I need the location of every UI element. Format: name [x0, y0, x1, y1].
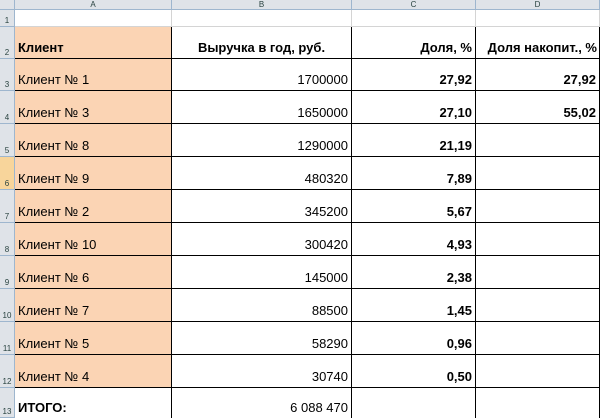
- revenue-cell[interactable]: 88500: [172, 289, 352, 322]
- client-cell[interactable]: Клиент № 7: [15, 289, 172, 322]
- row-header-10[interactable]: 10: [0, 289, 15, 322]
- row-header-11[interactable]: 11: [0, 322, 15, 355]
- share-cell[interactable]: 5,67: [352, 190, 476, 223]
- revenue-cell[interactable]: 30740: [172, 355, 352, 388]
- revenue-cell[interactable]: 1700000: [172, 59, 352, 91]
- row-header-1[interactable]: 1: [0, 10, 15, 27]
- cell-d1[interactable]: [476, 10, 600, 27]
- revenue-cell[interactable]: 58290: [172, 322, 352, 355]
- client-cell[interactable]: Клиент № 10: [15, 223, 172, 256]
- cumulative-cell[interactable]: [476, 223, 600, 256]
- cell-d13[interactable]: [476, 388, 600, 418]
- row-header-8[interactable]: 8: [0, 223, 15, 256]
- client-cell[interactable]: Клиент № 1: [15, 59, 172, 91]
- column-header-a[interactable]: A: [15, 0, 172, 10]
- cell-c1[interactable]: [352, 10, 476, 27]
- share-cell[interactable]: 27,92: [352, 59, 476, 91]
- header-revenue[interactable]: Выручка в год, руб.: [172, 27, 352, 59]
- column-header-b[interactable]: B: [172, 0, 352, 10]
- cumulative-cell[interactable]: [476, 124, 600, 157]
- row-header-2[interactable]: 2: [0, 27, 15, 59]
- row-header-3[interactable]: 3: [0, 59, 15, 91]
- cell-b1[interactable]: [172, 10, 352, 27]
- row-header-4[interactable]: 4: [0, 91, 15, 124]
- revenue-cell[interactable]: 345200: [172, 190, 352, 223]
- cumulative-cell[interactable]: [476, 256, 600, 289]
- client-cell[interactable]: Клиент № 8: [15, 124, 172, 157]
- revenue-cell[interactable]: 145000: [172, 256, 352, 289]
- cell-a1[interactable]: [15, 10, 172, 27]
- cumulative-cell[interactable]: [476, 355, 600, 388]
- share-cell[interactable]: 7,89: [352, 157, 476, 190]
- client-cell[interactable]: Клиент № 2: [15, 190, 172, 223]
- row-header-6[interactable]: 6: [0, 157, 15, 190]
- column-header-d[interactable]: D: [476, 0, 600, 10]
- column-header-c[interactable]: C: [352, 0, 476, 10]
- revenue-cell[interactable]: 1290000: [172, 124, 352, 157]
- total-label[interactable]: ИТОГО:: [15, 388, 172, 418]
- share-cell[interactable]: 21,19: [352, 124, 476, 157]
- share-cell[interactable]: 0,50: [352, 355, 476, 388]
- row-header-7[interactable]: 7: [0, 190, 15, 223]
- share-cell[interactable]: 2,38: [352, 256, 476, 289]
- total-value[interactable]: 6 088 470: [172, 388, 352, 418]
- client-cell[interactable]: Клиент № 5: [15, 322, 172, 355]
- row-header-5[interactable]: 5: [0, 124, 15, 157]
- cumulative-cell[interactable]: 27,92: [476, 59, 600, 91]
- row-header-13[interactable]: 13: [0, 388, 15, 418]
- cumulative-cell[interactable]: [476, 157, 600, 190]
- client-cell[interactable]: Клиент № 6: [15, 256, 172, 289]
- share-cell[interactable]: 1,45: [352, 289, 476, 322]
- revenue-cell[interactable]: 1650000: [172, 91, 352, 124]
- row-header-9[interactable]: 9: [0, 256, 15, 289]
- header-cumulative-share[interactable]: Доля накопит., %: [476, 27, 600, 59]
- cumulative-cell[interactable]: [476, 289, 600, 322]
- client-cell[interactable]: Клиент № 9: [15, 157, 172, 190]
- header-share[interactable]: Доля, %: [352, 27, 476, 59]
- revenue-cell[interactable]: 480320: [172, 157, 352, 190]
- client-cell[interactable]: Клиент № 3: [15, 91, 172, 124]
- revenue-cell[interactable]: 300420: [172, 223, 352, 256]
- cell-c13[interactable]: [352, 388, 476, 418]
- share-cell[interactable]: 0,96: [352, 322, 476, 355]
- cumulative-cell[interactable]: [476, 322, 600, 355]
- cumulative-cell[interactable]: [476, 190, 600, 223]
- client-cell[interactable]: Клиент № 4: [15, 355, 172, 388]
- header-client[interactable]: Клиент: [15, 27, 172, 59]
- share-cell[interactable]: 27,10: [352, 91, 476, 124]
- share-cell[interactable]: 4,93: [352, 223, 476, 256]
- select-all-corner[interactable]: [0, 0, 15, 10]
- row-header-12[interactable]: 12: [0, 355, 15, 388]
- cumulative-cell[interactable]: 55,02: [476, 91, 600, 124]
